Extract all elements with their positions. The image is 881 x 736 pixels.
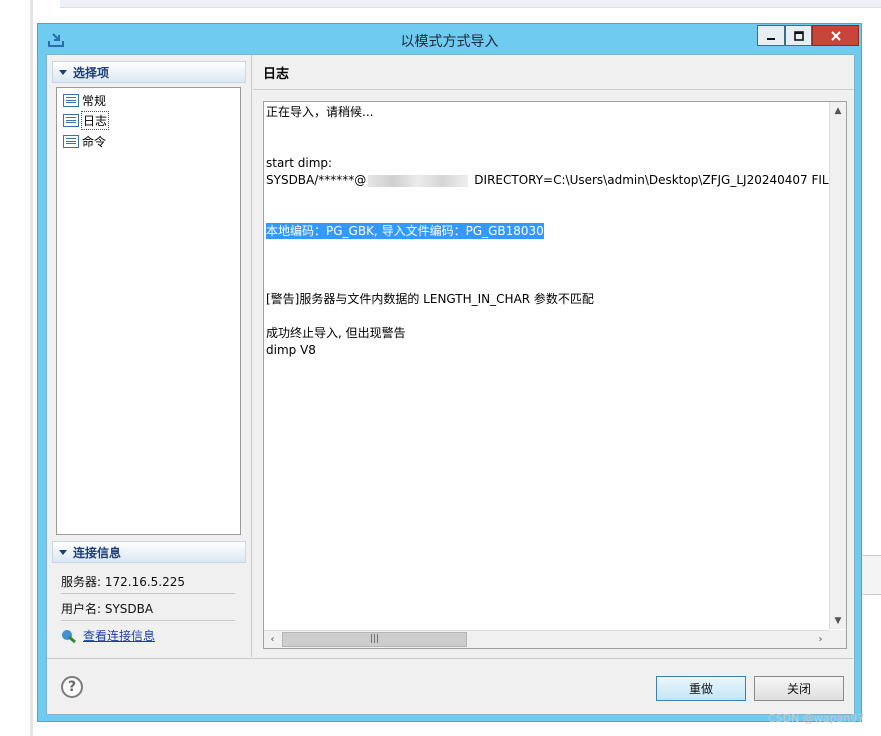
- log-text-area[interactable]: 正在导入，请稍候... start dimp: SYSDBA/******@ DI…: [263, 101, 847, 649]
- scroll-up-icon[interactable]: ▲: [830, 102, 846, 119]
- connection-section-header[interactable]: 连接信息: [52, 541, 246, 563]
- import-dialog: 以模式方式导入 选择项 常规 日志 命令 连接信息 服务器: 172.16.5.…: [37, 23, 862, 722]
- log-line-command: SYSDBA/******@ DIRECTORY=C:\Users\admin\D…: [266, 172, 847, 188]
- username-info: 用户名: SYSDBA: [61, 602, 154, 616]
- list-page-icon: [63, 113, 79, 127]
- background-window-edge: [30, 0, 33, 736]
- tree-item-label: 常规: [82, 93, 107, 108]
- server-info: 服务器: 172.16.5.225: [61, 575, 186, 589]
- redacted-host: [368, 174, 469, 187]
- tree-item-log[interactable]: 日志: [63, 110, 110, 130]
- tree-item-label: 命令: [82, 134, 107, 149]
- log-panel: 日志 正在导入，请稍候... start dimp: SYSDBA/******…: [253, 55, 854, 657]
- redo-button[interactable]: 重做: [656, 676, 746, 701]
- minimize-icon: [767, 37, 775, 40]
- command-prefix: SYSDBA/******@: [266, 173, 367, 187]
- command-suffix: DIRECTORY=C:\Users\admin\Desktop\ZFJG_LJ…: [474, 173, 847, 187]
- collapse-triangle-icon: [59, 549, 67, 555]
- view-connection-link[interactable]: 查看连接信息: [61, 627, 155, 644]
- collapse-triangle-icon: [59, 69, 67, 75]
- divider: [253, 89, 854, 90]
- log-line-warning: [警告]服务器与文件内数据的 LENGTH_IN_CHAR 参数不匹配: [266, 292, 594, 306]
- tree-item-command[interactable]: 命令: [63, 132, 107, 150]
- view-connection-label: 查看连接信息: [83, 629, 156, 643]
- log-line-start: start dimp:: [266, 156, 333, 170]
- connection-header-label: 连接信息: [73, 545, 122, 560]
- background-window-bar: [60, 0, 881, 8]
- options-tree: 常规 日志 命令: [56, 87, 241, 535]
- watermark: CSDN @wapan97: [768, 712, 865, 725]
- close-window-button[interactable]: [812, 25, 859, 46]
- background-window-fragment: [862, 555, 881, 595]
- maximize-icon: [793, 30, 804, 41]
- log-line-importing: 正在导入，请稍候...: [266, 105, 374, 119]
- left-panel: 选择项 常规 日志 命令 连接信息 服务器: 172.16.5.225 用户名:…: [47, 55, 252, 657]
- divider: [61, 620, 235, 621]
- connection-plug-icon: [61, 629, 77, 643]
- button-bar: ? 重做 关闭: [47, 658, 854, 714]
- scroll-right-icon[interactable]: ›: [812, 631, 829, 648]
- scrollbar-corner: [829, 630, 846, 648]
- list-page-icon: [63, 134, 79, 148]
- log-line-encoding: 本地编码：PG_GBK, 导入文件编码：PG_GB18030: [266, 223, 544, 239]
- dialog-body: 选择项 常规 日志 命令 连接信息 服务器: 172.16.5.225 用户名:…: [46, 54, 855, 715]
- window-title: 以模式方式导入: [400, 34, 499, 50]
- minimize-button[interactable]: [757, 25, 785, 46]
- options-header-label: 选择项: [73, 65, 110, 80]
- close-icon: [830, 30, 841, 41]
- scroll-left-icon[interactable]: ‹: [264, 631, 281, 648]
- tree-item-label: 日志: [81, 110, 110, 130]
- title-bar[interactable]: 以模式方式导入: [38, 24, 861, 54]
- scroll-down-icon[interactable]: ▼: [830, 612, 846, 629]
- close-button[interactable]: 关闭: [754, 676, 844, 701]
- options-section-header[interactable]: 选择项: [52, 61, 246, 83]
- log-panel-title: 日志: [263, 67, 290, 82]
- log-line-version: dimp V8: [266, 343, 316, 357]
- tree-item-general[interactable]: 常规: [63, 91, 107, 109]
- log-line-finished: 成功终止导入, 但出现警告: [266, 326, 406, 340]
- vertical-scrollbar[interactable]: ▲ ▼: [829, 102, 846, 629]
- horizontal-scrollbar[interactable]: ‹ ||| ›: [264, 630, 846, 648]
- list-page-icon: [63, 93, 79, 107]
- help-icon[interactable]: ?: [61, 676, 83, 698]
- divider: [61, 593, 235, 594]
- horizontal-scroll-thumb[interactable]: |||: [282, 632, 467, 647]
- maximize-button[interactable]: [785, 25, 812, 46]
